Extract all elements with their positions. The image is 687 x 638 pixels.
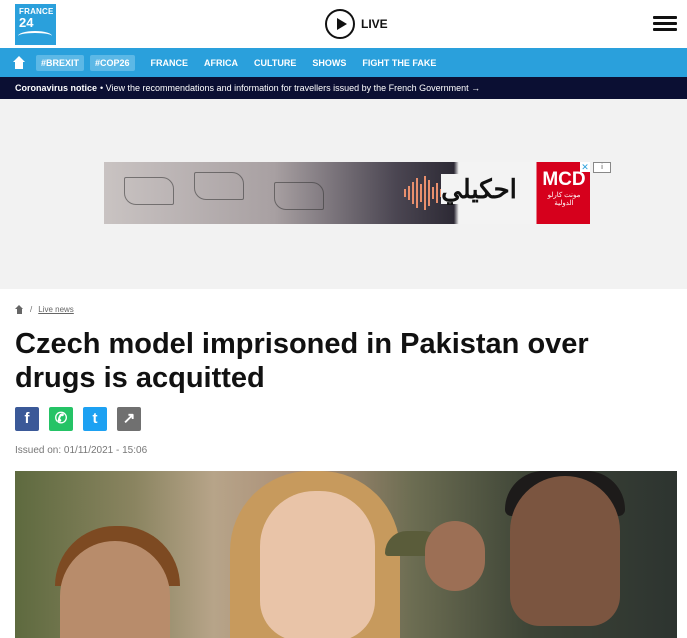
book-graphic (124, 177, 174, 205)
notice-title: Coronavirus notice (15, 83, 98, 93)
nav-tag-brexit[interactable]: #BREXIT (36, 54, 85, 71)
ad-info-icon[interactable]: i (593, 162, 611, 173)
menu-icon[interactable] (653, 16, 677, 32)
mcd-brand: MCD (542, 169, 586, 190)
share-bar: f ✆ t ↗ (15, 407, 141, 431)
logo-arc (18, 31, 52, 41)
coronavirus-notice[interactable]: Coronavirus notice • View the recommenda… (0, 77, 687, 99)
article-photo (15, 471, 677, 638)
breadcrumb: / Live news (15, 305, 74, 314)
home-icon[interactable] (12, 55, 26, 70)
ad-arabic-title: احكيلي (441, 174, 517, 204)
ad-zone: احكيلي MCD مونت كارلو الدولية ✕ i (0, 99, 687, 289)
notice-text: • View the recommendations and informati… (100, 83, 481, 93)
nav-link-shows[interactable]: SHOWS (312, 58, 346, 68)
breadcrumb-separator: / (30, 305, 33, 314)
ad-banner[interactable]: احكيلي MCD مونت كارلو الدولية (104, 162, 590, 224)
nav-tag-cop26[interactable]: #COP26 (90, 54, 135, 71)
share-icon[interactable]: ↗ (117, 407, 141, 431)
facebook-icon[interactable]: f (15, 407, 39, 431)
main-nav: #BREXIT #COP26 FRANCE AFRICA CULTURE SHO… (0, 48, 687, 77)
top-header: FRANCE 24 LIVE (0, 0, 687, 48)
book-graphic (274, 182, 324, 210)
twitter-icon[interactable]: t (83, 407, 107, 431)
ad-close-icon[interactable]: ✕ (580, 162, 590, 172)
live-button[interactable]: LIVE (325, 9, 388, 39)
nav-link-culture[interactable]: CULTURE (254, 58, 296, 68)
whatsapp-icon[interactable]: ✆ (49, 407, 73, 431)
nav-link-france[interactable]: FRANCE (151, 58, 189, 68)
nav-link-africa[interactable]: AFRICA (204, 58, 238, 68)
article-title: Czech model imprisoned in Pakistan over … (15, 328, 589, 394)
book-graphic (194, 172, 244, 200)
logo-text-24: 24 (19, 15, 34, 30)
breadcrumb-live-news[interactable]: Live news (38, 305, 74, 314)
issued-date: Issued on: 01/11/2021 - 15:06 (15, 445, 148, 456)
nav-link-fight-the-fake[interactable]: FIGHT THE FAKE (362, 58, 436, 68)
home-icon[interactable] (15, 305, 24, 314)
live-label: LIVE (361, 17, 388, 31)
france24-logo[interactable]: FRANCE 24 (15, 4, 56, 45)
play-icon (325, 9, 355, 39)
mcd-subtitle: مونت كارلو الدولية (547, 192, 581, 207)
